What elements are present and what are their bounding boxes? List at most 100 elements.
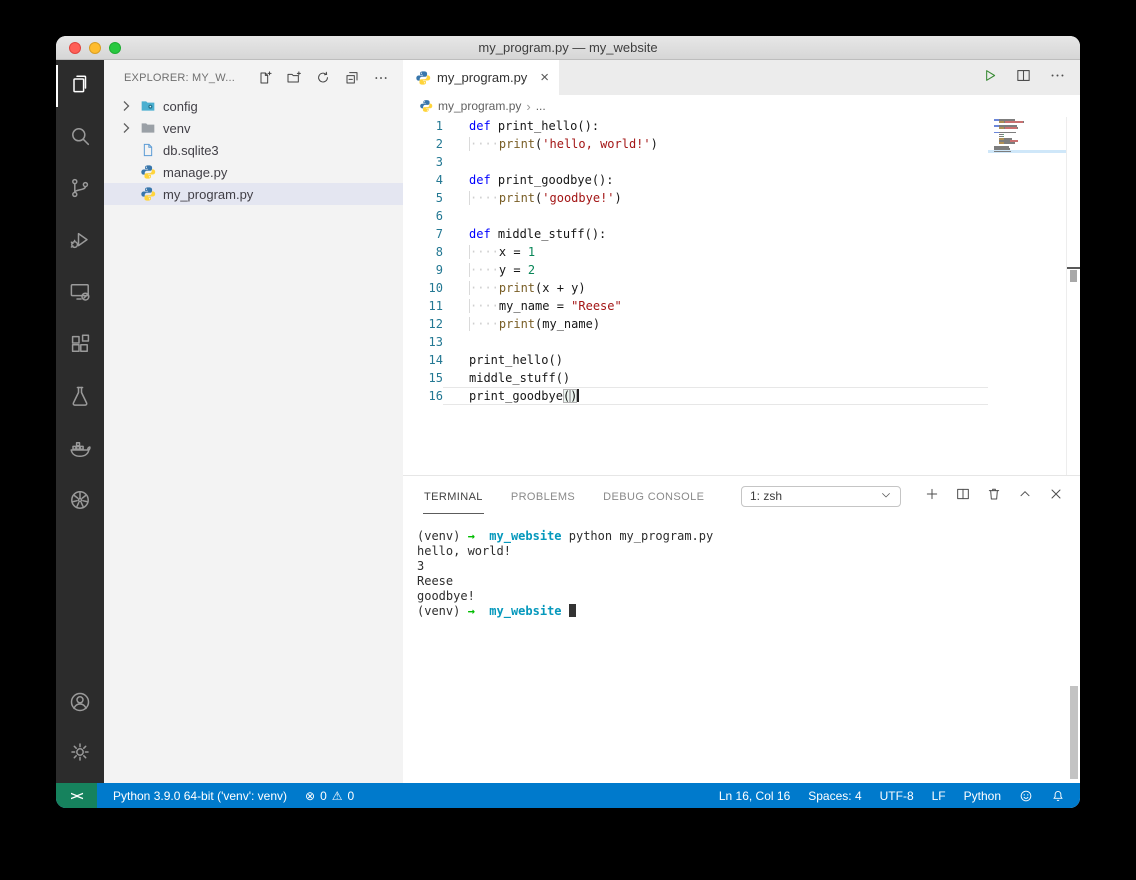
breadcrumb-file[interactable]: my_program.py xyxy=(438,99,521,113)
file-row-config[interactable]: config xyxy=(104,95,403,117)
file-row-my_program.py[interactable]: my_program.py xyxy=(104,183,403,205)
line-number[interactable]: 4 xyxy=(403,171,443,189)
panel-tab-problems[interactable]: PROBLEMS xyxy=(510,478,576,514)
activity-explorer[interactable] xyxy=(56,60,104,112)
code-line-11[interactable]: 11 ····my_name = "Reese" xyxy=(403,297,988,315)
activity-docker[interactable] xyxy=(56,424,104,476)
code-line-13[interactable]: 13 xyxy=(403,333,988,351)
code-line-7[interactable]: 7 def middle_stuff(): xyxy=(403,225,988,243)
code-line-5[interactable]: 5 ····print('goodbye!') xyxy=(403,189,988,207)
code-line-content: print_goodbye() xyxy=(469,387,579,405)
chevron-right-icon[interactable] xyxy=(118,120,134,136)
line-number[interactable]: 3 xyxy=(403,153,443,171)
activity-run-debug[interactable] xyxy=(56,216,104,268)
line-number[interactable]: 2 xyxy=(403,135,443,153)
terminal-text: goodbye! xyxy=(417,589,475,603)
remote-indicator[interactable]: >< xyxy=(56,783,97,808)
notifications-bell-icon[interactable] xyxy=(1042,783,1074,808)
activity-kubernetes[interactable] xyxy=(56,476,104,528)
code-line-4[interactable]: 4 def print_goodbye(): xyxy=(403,171,988,189)
code-line-12[interactable]: 12 ····print(my_name) xyxy=(403,315,988,333)
code-line-2[interactable]: 2 ····print('hello, world!') xyxy=(403,135,988,153)
line-number[interactable]: 10 xyxy=(403,279,443,297)
panel-scrollbar-thumb[interactable] xyxy=(1070,686,1078,779)
code-editor[interactable]: 1 def print_hello(): 2 ····print('hello, wo… xyxy=(403,117,1080,475)
encoding-status[interactable]: UTF-8 xyxy=(871,783,923,808)
docker-icon xyxy=(68,436,92,465)
split-editor-button[interactable] xyxy=(1015,67,1032,89)
error-icon: ⊗ xyxy=(305,788,316,803)
split-terminal-button[interactable] xyxy=(955,486,971,507)
warning-icon: ⚠ xyxy=(331,788,343,803)
code-line-10[interactable]: 10 ····print(x + y) xyxy=(403,279,988,297)
run-python-file-button[interactable] xyxy=(981,67,998,89)
ruler-scrollbar-thumb[interactable] xyxy=(1070,270,1077,282)
chevron-right-icon: › xyxy=(526,98,531,114)
new-folder-icon[interactable] xyxy=(286,70,302,86)
line-number[interactable]: 1 xyxy=(403,117,443,135)
close-tab-icon[interactable]: × xyxy=(538,70,551,85)
line-number[interactable]: 15 xyxy=(403,369,443,387)
python-interpreter-status[interactable]: Python 3.9.0 64-bit ('venv': venv) xyxy=(104,783,296,808)
chevron-right-icon[interactable] xyxy=(118,98,134,114)
activity-extensions[interactable] xyxy=(56,320,104,372)
file-row-manage.py[interactable]: manage.py xyxy=(104,161,403,183)
new-terminal-button[interactable] xyxy=(924,486,940,507)
code-line-9[interactable]: 9 ····y = 2 xyxy=(403,261,988,279)
line-number[interactable]: 6 xyxy=(403,207,443,225)
line-number[interactable]: 13 xyxy=(403,333,443,351)
close-panel-button[interactable] xyxy=(1048,486,1064,507)
problems-status[interactable]: ⊗ 0 ⚠ 0 xyxy=(296,783,363,808)
line-number[interactable]: 12 xyxy=(403,315,443,333)
code-line-6[interactable]: 6 xyxy=(403,207,988,225)
indentation-status[interactable]: Spaces: 4 xyxy=(799,783,870,808)
activity-settings[interactable] xyxy=(56,729,104,779)
code-line-8[interactable]: 8 ····x = 1 xyxy=(403,243,988,261)
overview-ruler[interactable] xyxy=(1066,117,1080,475)
file-row-db.sqlite3[interactable]: db.sqlite3 xyxy=(104,139,403,161)
minimap[interactable] xyxy=(988,117,1066,475)
python-file-icon xyxy=(419,99,433,113)
titlebar[interactable]: my_program.py — my_website xyxy=(56,36,1080,60)
cursor-position-status[interactable]: Ln 16, Col 16 xyxy=(710,783,799,808)
new-file-icon[interactable] xyxy=(257,70,273,86)
terminal-line: Reese xyxy=(417,574,1080,589)
panel-tab-debug-console[interactable]: DEBUG CONSOLE xyxy=(602,478,705,514)
line-number[interactable]: 16 xyxy=(403,387,443,405)
line-number[interactable]: 11 xyxy=(403,297,443,315)
terminal-shell-select[interactable]: 1: zsh xyxy=(741,485,901,507)
maximize-panel-button[interactable] xyxy=(1017,486,1033,507)
feedback-icon[interactable] xyxy=(1010,783,1042,808)
code-line-15[interactable]: 15 middle_stuff() xyxy=(403,369,988,387)
more-actions-button[interactable] xyxy=(1049,67,1066,89)
code-line-14[interactable]: 14 print_hello() xyxy=(403,351,988,369)
code-token: print xyxy=(498,191,536,205)
activity-testing[interactable] xyxy=(56,372,104,424)
line-number[interactable]: 5 xyxy=(403,189,443,207)
code-area[interactable]: 1 def print_hello(): 2 ····print('hello, wo… xyxy=(403,117,988,475)
language-mode-status[interactable]: Python xyxy=(955,783,1010,808)
code-line-16[interactable]: 16 print_goodbye() xyxy=(403,387,988,405)
kill-terminal-button[interactable] xyxy=(986,486,1002,507)
activity-search[interactable] xyxy=(56,112,104,164)
terminal-output[interactable]: (venv) → my_website python my_program.py… xyxy=(403,516,1080,619)
line-number[interactable]: 7 xyxy=(403,225,443,243)
panel-tab-terminal[interactable]: TERMINAL xyxy=(423,478,484,514)
collapse-all-icon[interactable] xyxy=(344,70,360,86)
refresh-icon[interactable] xyxy=(315,70,331,86)
code-line-3[interactable]: 3 xyxy=(403,153,988,171)
eol-status[interactable]: LF xyxy=(923,783,955,808)
activity-source-control[interactable] xyxy=(56,164,104,216)
code-line-1[interactable]: 1 def print_hello(): xyxy=(403,117,988,135)
breadcrumb-symbol[interactable]: ... xyxy=(536,99,546,113)
activity-account[interactable] xyxy=(56,679,104,729)
line-number[interactable]: 9 xyxy=(403,261,443,279)
line-number[interactable]: 8 xyxy=(403,243,443,261)
activity-remote-explorer[interactable] xyxy=(56,268,104,320)
file-row-venv[interactable]: venv xyxy=(104,117,403,139)
more-actions-icon[interactable] xyxy=(373,70,389,86)
explorer-header: EXPLORER: MY_W... xyxy=(104,60,403,95)
tab-my-program-py[interactable]: my_program.py × xyxy=(403,60,559,95)
line-number[interactable]: 14 xyxy=(403,351,443,369)
